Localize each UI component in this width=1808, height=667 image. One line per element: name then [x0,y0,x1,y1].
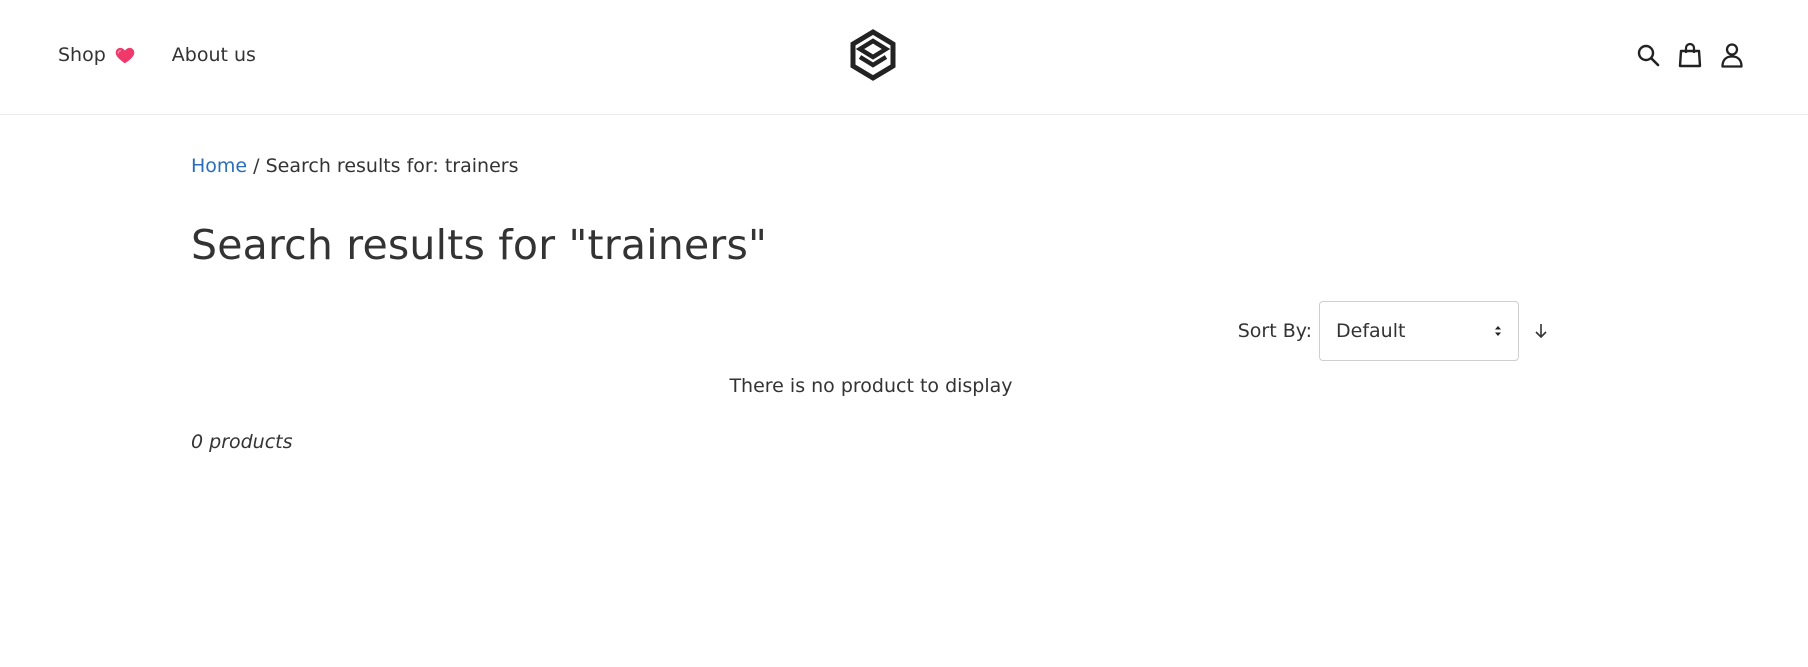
heart-icon [114,44,136,66]
product-count: 0 products [191,431,293,453]
breadcrumb: Home / Search results for: trainers [191,155,518,177]
empty-results-message: There is no product to display [729,375,1013,397]
arrow-down-icon[interactable] [1531,321,1551,341]
search-icon[interactable] [1634,40,1662,70]
sort-label: Sort By: [1237,320,1312,342]
header-actions [1620,40,1746,70]
nav-shop[interactable]: Shop [58,44,136,66]
shopping-bag-icon[interactable] [1676,40,1704,70]
sort-select[interactable]: Default [1319,301,1519,361]
page-title: Search results for "trainers" [191,221,768,269]
site-header: Shop About us [0,0,1808,115]
breadcrumb-home-link[interactable]: Home [191,155,247,177]
sort-controls: Sort By: Default [1238,301,1551,361]
select-arrows-icon [1494,320,1502,342]
breadcrumb-current: Search results for: trainers [265,155,519,177]
breadcrumb-separator: / [253,155,260,177]
nav-about-label: About us [171,44,256,66]
nav-shop-label: Shop [58,44,106,66]
user-icon[interactable] [1718,40,1746,70]
layers-logo-icon[interactable] [849,29,897,81]
sort-selected-value: Default [1336,320,1406,342]
nav-about-us[interactable]: About us [172,44,256,66]
main-nav: Shop About us [58,44,256,66]
